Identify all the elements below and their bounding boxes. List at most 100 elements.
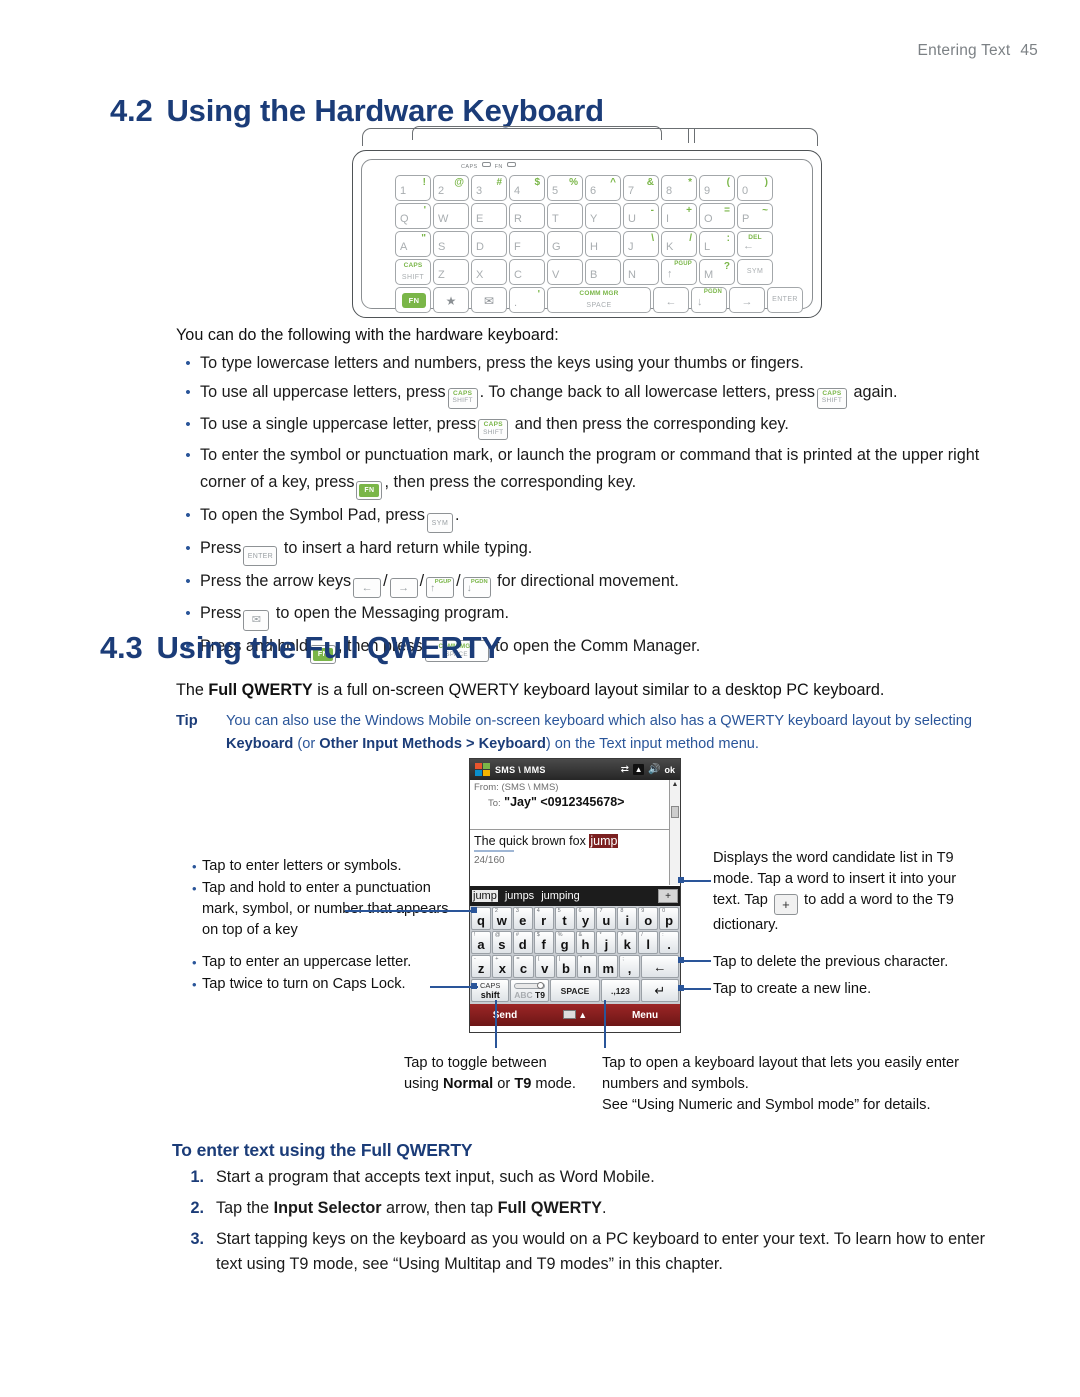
keyboard-icon — [562, 1010, 576, 1019]
bullet-text: To use all uppercase letters, press CAPS S… — [200, 379, 1004, 409]
osk-key-period[interactable]: :. — [659, 931, 680, 954]
hw-key-2: 2 @ — [433, 175, 469, 201]
osk-key-v[interactable]: (v — [534, 955, 555, 978]
leader-line — [495, 1000, 497, 1048]
osk-key-n[interactable]: " n — [577, 955, 598, 978]
add-word-button[interactable]: + — [658, 889, 678, 903]
up-arrow-icon: ↑ — [667, 268, 673, 280]
softkey-send[interactable]: Send — [470, 1010, 540, 1021]
hw-key-r: R — [509, 203, 545, 229]
osk-key-w[interactable]: 2w — [491, 907, 512, 930]
osk-key-i[interactable]: 8i — [617, 907, 638, 930]
heading-section-4-2: 4.2 Using the Hardware Keyboard — [110, 93, 604, 129]
osk-key-backspace[interactable]: ← — [640, 955, 680, 978]
key-main: 8 — [666, 185, 673, 197]
hw-key-q: Q ' — [395, 203, 431, 229]
osk-key-b[interactable]: | b — [555, 955, 577, 978]
osk-key-space[interactable]: SPACE — [549, 979, 601, 1002]
t9-slider-knob[interactable] — [536, 982, 544, 989]
key-main: W — [438, 213, 449, 225]
hw-key-fn: FN — [395, 287, 431, 313]
input-selector[interactable]: ▲ — [540, 1010, 610, 1020]
hw-key-sym: SYM — [737, 259, 773, 285]
callout-item: Tap to enter an uppercase letter. — [192, 952, 452, 973]
osk-key-numeric-symbol[interactable]: .,123 — [601, 979, 640, 1002]
enter-keycap-icon: ENTER — [243, 546, 278, 566]
caps-shift-keycap-icon: CAPS SHIFT — [478, 419, 509, 440]
leader-line — [604, 1000, 606, 1048]
bullet-icon: • — [185, 573, 191, 590]
key-alt: ' — [537, 289, 540, 300]
sym-keycap-icon: SYM — [426, 513, 453, 533]
key-alt-caps: CAPS — [403, 262, 423, 269]
right-arrow-keycap-icon: → — [389, 578, 418, 598]
scroll-up-icon[interactable]: ▲ — [670, 780, 680, 789]
osk-key-r[interactable]: 4r — [533, 907, 554, 930]
hw-key-a: A " — [395, 231, 431, 257]
hw-key-n: N — [623, 259, 659, 285]
osk-key-x[interactable]: + x — [492, 955, 513, 978]
candidate-word[interactable]: jumps — [505, 890, 534, 902]
osk-key-c[interactable]: = c — [513, 955, 534, 978]
osk-key-u[interactable]: 7u — [596, 907, 617, 930]
bullet-text-pre: To open the Symbol Pad, press — [200, 506, 425, 524]
osk-key-k[interactable]: ? k — [617, 931, 638, 954]
keyboard-key-rows: 1! 2 @ 3 # 4 $ 5% 6 ^ 7 & 8 * 9( 0) Q ' W E R — [395, 175, 803, 315]
caps-shift-keycap-icon: CAPS SHIFT — [816, 387, 847, 409]
phone-softkey-bar: Send ▲ Menu — [470, 1004, 680, 1026]
osk-key-a[interactable]: ! a — [471, 931, 491, 954]
callout-keyword-t9: T9 — [514, 1076, 532, 1092]
osk-key-p[interactable]: 0p — [659, 907, 680, 930]
osk-key-t[interactable]: 5t — [554, 907, 575, 930]
leader-endpoint — [471, 907, 477, 913]
key-main: R — [514, 213, 522, 225]
osk-key-o[interactable]: 9o — [638, 907, 659, 930]
backspace-icon: ← — [653, 959, 667, 974]
input-selector-arrow-icon: ▲ — [578, 1010, 588, 1020]
bullet-text: To type lowercase letters and numbers, p… — [200, 354, 804, 372]
to-field[interactable]: To: "Jay" <0912345678> — [474, 795, 676, 809]
intro-keyword: Full QWERTY — [208, 681, 313, 699]
osk-key-z[interactable]: -z — [471, 955, 492, 978]
osk-key-j[interactable]: * j — [596, 931, 617, 954]
softkey-menu[interactable]: Menu — [610, 1010, 680, 1021]
candidate-word-selected[interactable]: jump — [472, 890, 498, 902]
phone-message-body[interactable]: The quick brown fox jump 24/160 — [470, 830, 680, 886]
osk-key-f[interactable]: $ f — [533, 931, 554, 954]
scroll-thumb[interactable] — [671, 806, 679, 818]
message-text-line: The quick brown fox jump — [474, 834, 666, 848]
from-field[interactable]: From: (SMS \ MMS) — [474, 782, 676, 793]
hw-key-b: B — [585, 259, 621, 285]
hw-key-4: 4 $ — [509, 175, 545, 201]
osk-key-g[interactable]: % g — [554, 931, 575, 954]
key-alt: \ — [651, 233, 654, 244]
osk-key-enter[interactable]: ↵ — [640, 979, 679, 1002]
leader-line — [683, 880, 711, 882]
osk-key-t9-toggle[interactable]: ABC T9 — [510, 979, 549, 1002]
candidate-word[interactable]: jumping — [541, 890, 580, 902]
osk-key-h[interactable]: & h — [575, 931, 596, 954]
phone-recipient-fields: From: (SMS \ MMS) To: "Jay" <0912345678>… — [470, 780, 680, 885]
message-highlighted-word: jump — [589, 834, 619, 848]
step-row: 3. Start tapping keys on the keyboard as… — [176, 1227, 1006, 1277]
osk-key-d[interactable]: # d — [512, 931, 533, 954]
onscreen-row-3: -z + x = c (v | b " n m ;, ← — [471, 955, 680, 978]
procedure-steps: 1. Start a program that accepts text inp… — [176, 1165, 1006, 1283]
right-arrow-icon: → — [741, 296, 753, 308]
bullet-text: Press the arrow keys ← / → / PGUP ↑ / PGDN ↓ for … — [200, 568, 1004, 599]
ok-button[interactable]: ok — [664, 765, 675, 775]
osk-key-comma[interactable]: ;, — [619, 955, 640, 978]
up-pgup-keycap-icon: PGUP ↑ — [426, 577, 455, 599]
t9-slider[interactable] — [511, 981, 547, 989]
step-number: 1. — [190, 1168, 204, 1186]
bullet-text: Press ✉ to open the Messaging program. — [200, 600, 1004, 632]
osk-key-s[interactable]: @ s — [491, 931, 512, 954]
osk-key-m[interactable]: m — [598, 955, 619, 978]
list-item: • Press the arrow keys ← / → / PGUP ↑ / PGDN ↓ fo… — [176, 568, 1004, 599]
osk-key-y[interactable]: 6y — [575, 907, 596, 930]
key-main: Z — [438, 269, 445, 281]
bullet-text-pre: To use a single uppercase letter, press — [200, 414, 477, 433]
hw-key-d: D — [471, 231, 507, 257]
osk-key-e[interactable]: 3e — [512, 907, 533, 930]
osk-key-l[interactable]: / l — [638, 931, 659, 954]
